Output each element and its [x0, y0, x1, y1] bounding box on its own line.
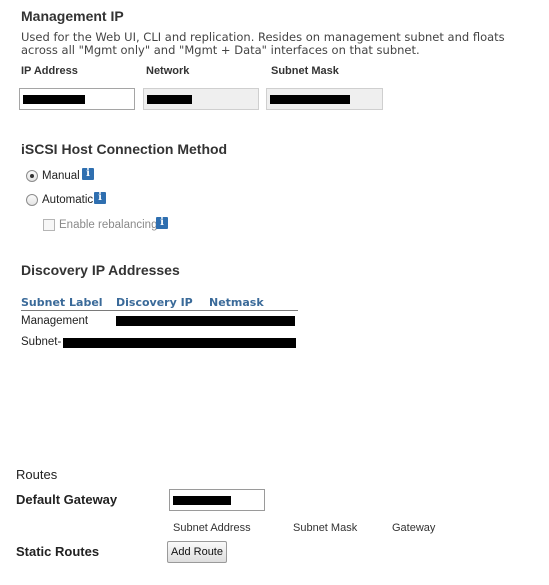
- ip-address-field[interactable]: [19, 88, 135, 110]
- subnet-mask-field: [266, 88, 383, 110]
- column-header-subnet-label: Subnet Label: [21, 296, 103, 309]
- automatic-radio[interactable]: [26, 194, 38, 206]
- redacted-network: [147, 95, 192, 104]
- static-routes-label: Static Routes: [16, 544, 100, 559]
- routes-title: Routes: [16, 467, 58, 482]
- column-header-discovery-ip: Discovery IP: [116, 296, 193, 309]
- redacted-default-gateway: [173, 496, 231, 505]
- redacted-discovery-row-2: [63, 338, 296, 348]
- manual-radio[interactable]: [26, 170, 38, 182]
- default-gateway-label: Default Gateway: [16, 492, 118, 507]
- subnet-mask-label: Subnet Mask: [271, 65, 339, 77]
- discovery-title: Discovery IP Addresses: [21, 262, 180, 278]
- network-label: Network: [146, 65, 190, 77]
- column-header-netmask: Netmask: [209, 296, 264, 309]
- info-icon[interactable]: i: [156, 217, 168, 229]
- redacted-discovery-row-1: [116, 316, 295, 326]
- ip-address-label: IP Address: [21, 65, 78, 77]
- add-route-button[interactable]: Add Route: [167, 541, 227, 563]
- table-row-label: Management: [21, 315, 89, 327]
- default-gateway-input[interactable]: [169, 489, 265, 511]
- routes-column-gateway: Gateway: [392, 522, 436, 534]
- info-icon[interactable]: i: [94, 192, 106, 204]
- iscsi-title: iSCSI Host Connection Method: [21, 141, 228, 157]
- network-field: [143, 88, 259, 110]
- table-header-divider: [21, 310, 298, 311]
- redacted-subnet-mask: [270, 95, 350, 104]
- table-row-label: Subnet-: [21, 336, 62, 348]
- enable-rebalancing-label: Enable rebalancing: [59, 219, 158, 231]
- manual-label[interactable]: Manual: [42, 170, 80, 182]
- redacted-ip-address: [23, 95, 85, 104]
- management-ip-title: Management IP: [21, 8, 124, 24]
- enable-rebalancing-checkbox: [43, 219, 55, 231]
- automatic-label[interactable]: Automatic: [42, 194, 93, 206]
- routes-column-subnet-address: Subnet Address: [173, 522, 251, 534]
- routes-column-subnet-mask: Subnet Mask: [293, 522, 358, 534]
- info-icon[interactable]: i: [82, 168, 94, 180]
- management-ip-description: Used for the Web UI, CLI and replication…: [21, 30, 505, 57]
